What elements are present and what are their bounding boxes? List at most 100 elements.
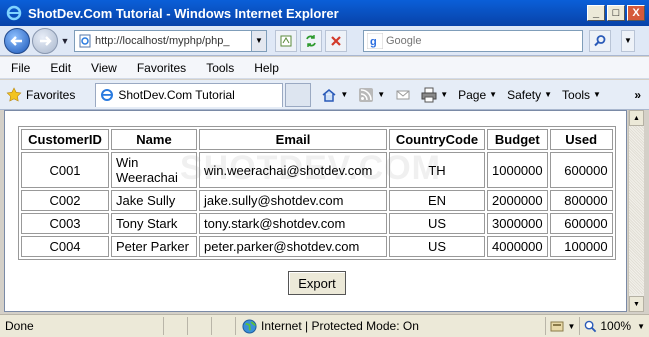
ie-page-icon	[101, 89, 114, 101]
home-dropdown-icon[interactable]: ▼	[340, 90, 348, 99]
customer-table: CustomerID Name Email CountryCode Budget…	[18, 126, 616, 260]
menu-file[interactable]: File	[0, 61, 39, 75]
export-button[interactable]: Export	[288, 271, 346, 295]
close-button[interactable]: X	[627, 5, 645, 21]
printer-icon	[421, 87, 437, 102]
feeds-button[interactable]: ▼	[358, 87, 385, 103]
refresh-button[interactable]	[300, 29, 322, 52]
popup-status[interactable]: ▼	[545, 317, 579, 335]
page-content: SHOTDEV.COM CustomerID Name Email Countr…	[4, 110, 627, 312]
cell-email: win.weerachai@shotdev.com	[199, 152, 387, 188]
url-input[interactable]	[95, 34, 245, 47]
feeds-dropdown-icon[interactable]: ▼	[377, 90, 385, 99]
tools-menu[interactable]: Tools ▼	[562, 88, 601, 102]
search-options-dropdown[interactable]: ▼	[621, 29, 635, 52]
table-header-row: CustomerID Name Email CountryCode Budget…	[21, 129, 613, 150]
search-box[interactable]: g	[363, 29, 583, 52]
favorites-button[interactable]: Favorites	[6, 86, 76, 103]
vertical-scrollbar[interactable]: ▲ ▼	[628, 110, 644, 312]
header-budget: Budget	[487, 129, 548, 150]
stop-x-icon	[331, 35, 341, 46]
cell-email: tony.stark@shotdev.com	[199, 213, 387, 234]
home-button[interactable]: ▼	[321, 87, 348, 103]
ie-logo-icon	[6, 5, 22, 21]
back-button[interactable]	[4, 27, 30, 54]
tab-shotdev[interactable]: ShotDev.Com Tutorial	[95, 82, 284, 107]
favorites-label: Favorites	[26, 87, 76, 102]
cell-used: 800000	[549, 190, 613, 211]
header-customerid: CustomerID	[21, 129, 109, 150]
menu-favorites[interactable]: Favorites	[126, 61, 195, 75]
cell-budget: 4000000	[487, 236, 548, 257]
scroll-track[interactable]	[629, 126, 644, 294]
protected-mode-icon	[550, 321, 564, 332]
cell-customerid: C001	[21, 152, 109, 188]
mail-button[interactable]	[395, 87, 411, 103]
scroll-up-arrow-icon[interactable]: ▲	[629, 110, 644, 126]
menu-bar: File Edit View Favorites Tools Help	[0, 57, 649, 79]
print-dropdown-icon[interactable]: ▼	[440, 90, 448, 99]
cell-countrycode: US	[389, 236, 485, 257]
status-panel	[188, 317, 212, 335]
refresh-icon	[306, 34, 316, 47]
search-button[interactable]	[589, 29, 611, 52]
cell-budget: 1000000	[487, 152, 548, 188]
stop-button[interactable]	[325, 29, 347, 52]
scroll-down-arrow-icon[interactable]: ▼	[629, 296, 644, 312]
recent-pages-dropdown[interactable]: ▼	[59, 36, 71, 46]
minimize-button[interactable]: _	[587, 5, 605, 21]
page-menu[interactable]: Page ▼	[458, 88, 497, 102]
cell-budget: 2000000	[487, 190, 548, 211]
popup-dropdown-icon: ▼	[567, 321, 576, 331]
cell-email: peter.parker@shotdev.com	[199, 236, 387, 257]
cell-countrycode: TH	[389, 152, 485, 188]
page-dropdown-icon: ▼	[489, 90, 498, 99]
status-panel	[164, 317, 188, 335]
tools-menu-label: Tools	[562, 87, 591, 102]
security-zone[interactable]: Internet | Protected Mode: On	[242, 317, 487, 335]
tab-title: ShotDev.Com Tutorial	[118, 88, 235, 102]
zoom-control[interactable]: 100% ▼	[579, 317, 649, 335]
cell-name: Jake Sully	[111, 190, 197, 211]
cell-customerid: C003	[21, 213, 109, 234]
menu-help[interactable]: Help	[243, 61, 288, 75]
more-commands-chevron[interactable]: »	[634, 88, 641, 102]
google-logo-icon: g	[367, 32, 383, 49]
new-tab-button[interactable]	[285, 82, 312, 107]
star-icon	[6, 86, 22, 102]
cell-name: Peter Parker	[111, 236, 197, 257]
cell-used: 600000	[549, 152, 613, 188]
address-dropdown[interactable]: ▼	[252, 29, 267, 52]
forward-button[interactable]	[32, 27, 58, 54]
address-field[interactable]	[74, 29, 252, 52]
compatibility-view-button[interactable]	[275, 29, 297, 52]
menu-tools[interactable]: Tools	[195, 61, 243, 75]
menu-view[interactable]: View	[80, 61, 126, 75]
cell-used: 100000	[549, 236, 613, 257]
safety-menu[interactable]: Safety ▼	[507, 88, 552, 102]
zoom-magnifier-icon	[585, 320, 597, 332]
search-input[interactable]	[386, 34, 576, 47]
maximize-button[interactable]: □	[607, 5, 625, 21]
status-bar: Done Internet | Protected Mode: On ▼ 100…	[0, 314, 649, 337]
header-used: Used	[549, 129, 613, 150]
rss-feed-icon	[359, 87, 374, 102]
home-icon	[322, 88, 336, 102]
cell-email: jake.sully@shotdev.com	[199, 190, 387, 211]
tools-dropdown-icon: ▼	[593, 90, 601, 99]
zoom-level: 100%	[600, 319, 632, 333]
compatibility-icon	[280, 35, 292, 46]
zone-label: Internet | Protected Mode: On	[261, 319, 419, 333]
cell-name: Win Weerachai	[111, 152, 197, 188]
menu-edit[interactable]: Edit	[39, 61, 80, 75]
magnifier-icon	[594, 34, 606, 46]
header-countrycode: CountryCode	[389, 129, 485, 150]
table-row: C002 Jake Sully jake.sully@shotdev.com E…	[21, 190, 613, 211]
print-button[interactable]: ▼	[421, 87, 448, 103]
table-row: C001 Win Weerachai win.weerachai@shotdev…	[21, 152, 613, 188]
header-name: Name	[111, 129, 197, 150]
forward-arrow-icon	[40, 35, 52, 46]
safety-dropdown-icon: ▼	[544, 90, 553, 99]
status-panel	[212, 317, 236, 335]
cell-budget: 3000000	[487, 213, 548, 234]
